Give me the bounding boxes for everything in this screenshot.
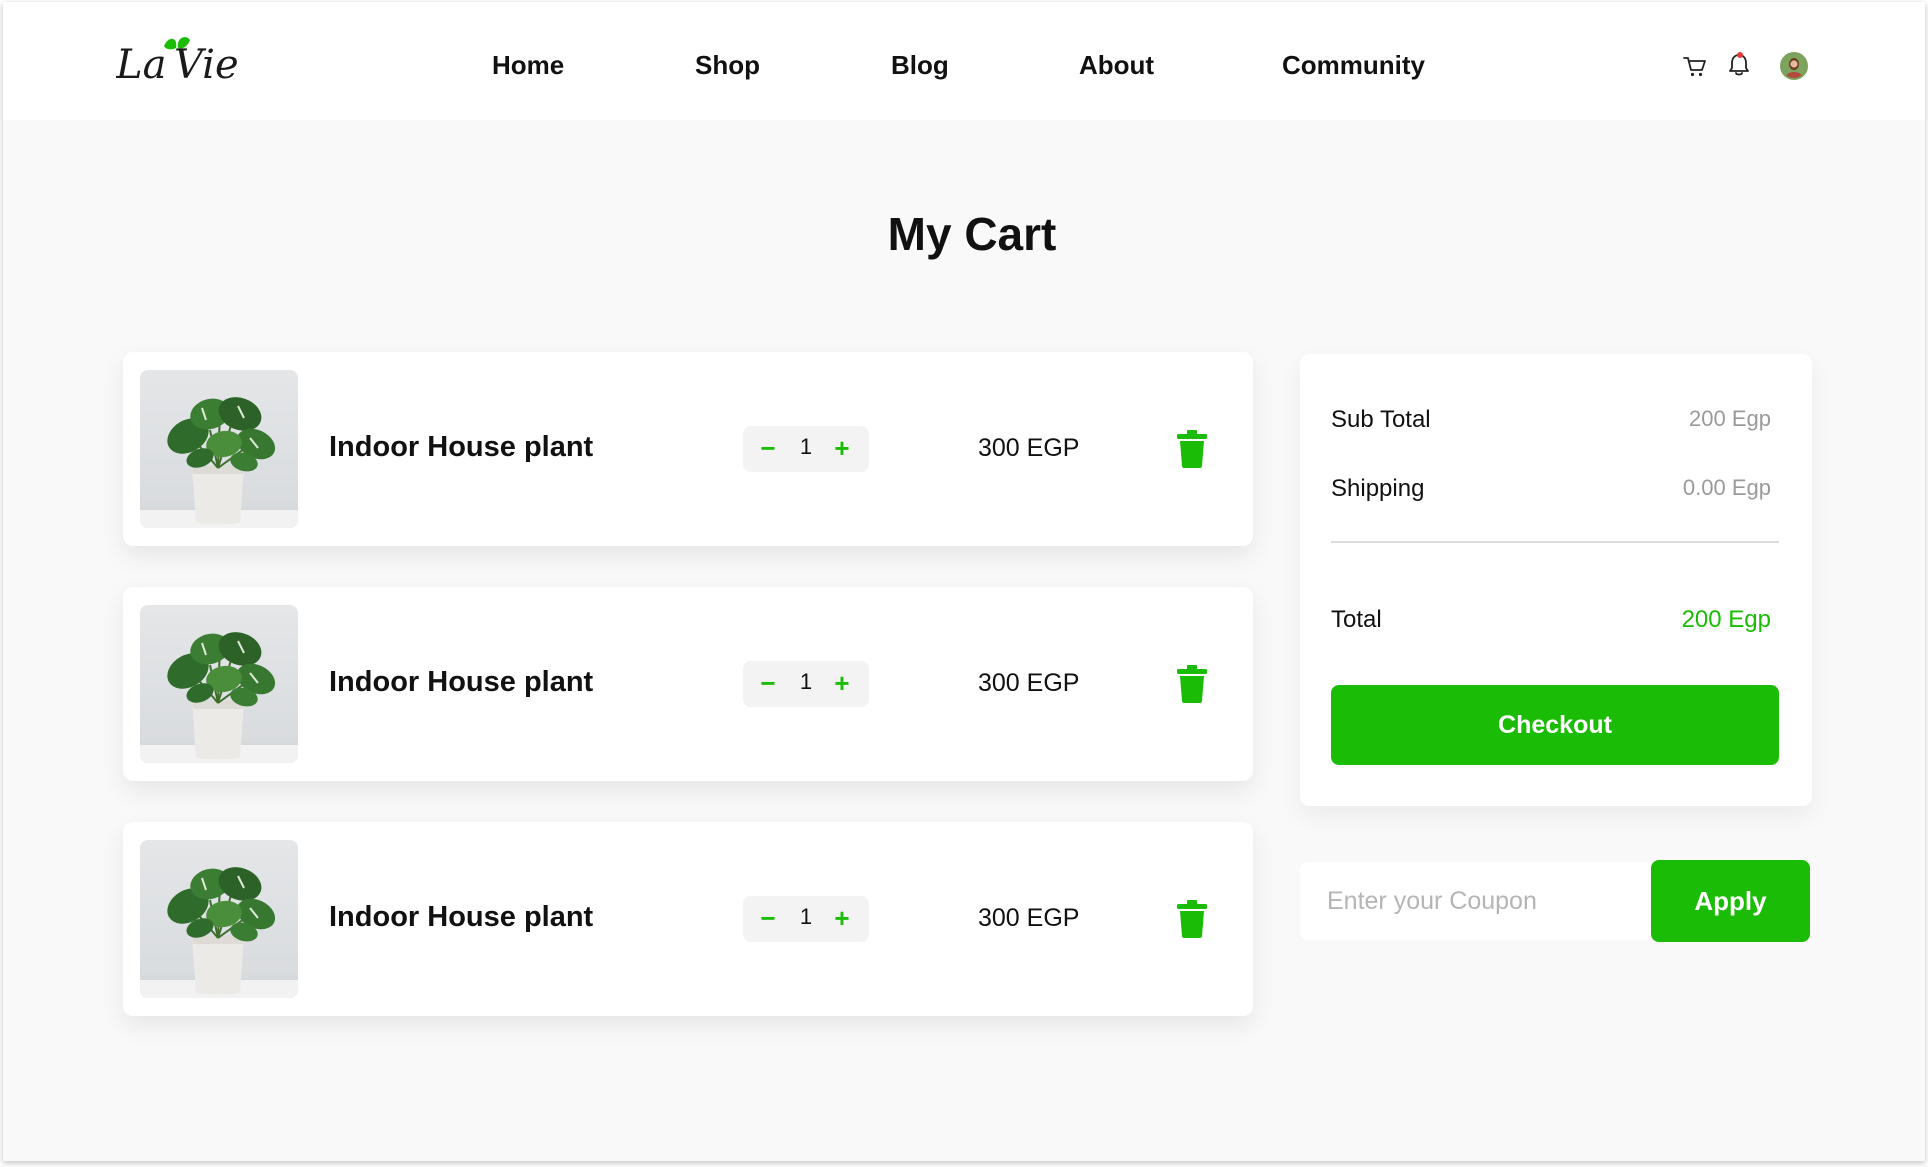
- quantity-stepper: − 1 +: [743, 661, 869, 707]
- cart-item: Indoor House plant − 1 + 300 EGP: [123, 822, 1253, 1016]
- summary-divider: [1331, 541, 1779, 543]
- increment-button[interactable]: +: [827, 902, 857, 934]
- product-name[interactable]: Indoor House plant: [329, 901, 593, 934]
- trash-icon[interactable]: [1177, 665, 1207, 708]
- decrement-button[interactable]: −: [753, 667, 783, 699]
- product-name[interactable]: Indoor House plant: [329, 666, 593, 699]
- subtotal-row: Sub Total 200 Egp: [1331, 406, 1781, 436]
- checkout-button[interactable]: Checkout: [1331, 685, 1779, 765]
- quantity-stepper: − 1 +: [743, 426, 869, 472]
- item-price: 300 EGP: [978, 904, 1080, 932]
- quantity-value: 1: [799, 434, 813, 459]
- nav-home[interactable]: Home: [492, 50, 564, 81]
- trash-icon[interactable]: [1177, 900, 1207, 943]
- trash-icon[interactable]: [1177, 430, 1207, 473]
- nav-blog[interactable]: Blog: [891, 50, 949, 81]
- app-window: La Vie Home Shop Blog About Community My…: [3, 2, 1925, 1161]
- cart-item: Indoor House plant − 1 + 300 EGP: [123, 352, 1253, 546]
- quantity-value: 1: [799, 904, 813, 929]
- product-image[interactable]: [140, 840, 298, 998]
- nav-about[interactable]: About: [1079, 50, 1154, 81]
- item-price: 300 EGP: [978, 669, 1080, 697]
- header-actions: [1683, 51, 1823, 83]
- plant-illustration: [140, 632, 298, 763]
- cart-item: Indoor House plant − 1 + 300 EGP: [123, 587, 1253, 781]
- product-image[interactable]: [140, 605, 298, 763]
- quantity-value: 1: [799, 669, 813, 694]
- total-row: Total 200 Egp: [1331, 606, 1781, 636]
- plant-illustration: [140, 397, 298, 528]
- apply-coupon-button[interactable]: Apply: [1651, 860, 1810, 942]
- plant-illustration: [140, 867, 298, 998]
- increment-button[interactable]: +: [827, 432, 857, 464]
- shipping-label: Shipping: [1331, 475, 1425, 502]
- total-value: 200 Egp: [1681, 606, 1771, 633]
- notification-badge: [1737, 52, 1743, 58]
- quantity-stepper: − 1 +: [743, 896, 869, 942]
- product-image[interactable]: [140, 370, 298, 528]
- page-title: My Cart: [887, 208, 1057, 260]
- item-price: 300 EGP: [978, 434, 1080, 462]
- shipping-row: Shipping 0.00 Egp: [1331, 475, 1781, 505]
- main-nav: Home Shop Blog About Community: [3, 50, 1925, 84]
- coupon-input[interactable]: [1300, 862, 1660, 940]
- total-label: Total: [1331, 606, 1382, 633]
- nav-shop[interactable]: Shop: [695, 50, 760, 81]
- subtotal-value: 200 Egp: [1689, 406, 1771, 431]
- increment-button[interactable]: +: [827, 667, 857, 699]
- shipping-value: 0.00 Egp: [1682, 475, 1771, 500]
- coupon-form: Apply: [1300, 860, 1812, 942]
- cart-icon[interactable]: [1683, 56, 1707, 83]
- product-name[interactable]: Indoor House plant: [329, 431, 593, 464]
- nav-community[interactable]: Community: [1282, 50, 1425, 81]
- order-summary: Sub Total 200 Egp Shipping 0.00 Egp Tota…: [1300, 354, 1812, 806]
- subtotal-label: Sub Total: [1331, 406, 1431, 433]
- decrement-button[interactable]: −: [753, 902, 783, 934]
- top-header: La Vie Home Shop Blog About Community: [3, 2, 1925, 120]
- avatar[interactable]: [1780, 52, 1808, 80]
- decrement-button[interactable]: −: [753, 432, 783, 464]
